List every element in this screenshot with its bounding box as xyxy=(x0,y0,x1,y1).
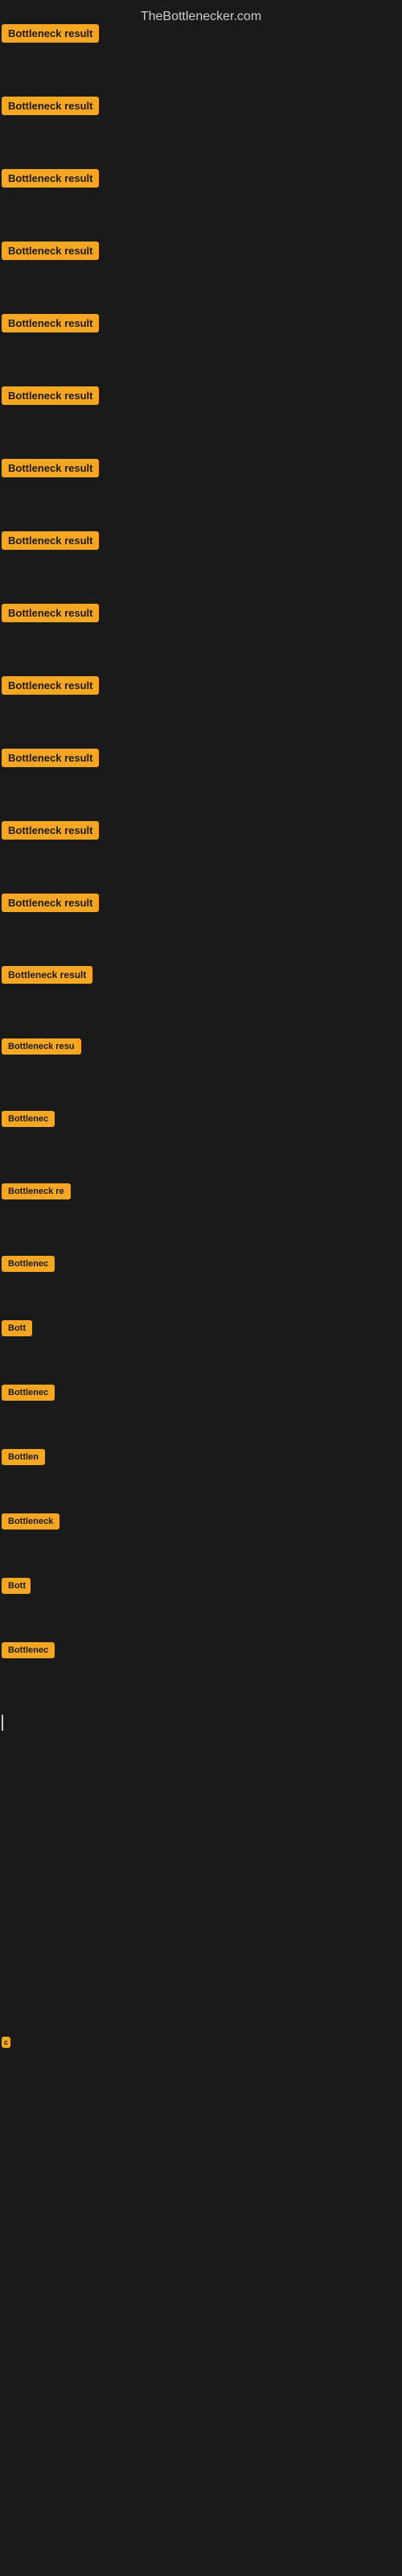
bottom-small-label: c xyxy=(2,2037,10,2052)
bottleneck-badge-5[interactable]: Bottleneck result xyxy=(2,314,99,332)
bottleneck-badge-16[interactable]: Bottlenec xyxy=(2,1111,55,1127)
bottleneck-row-3: Bottleneck result xyxy=(2,169,99,192)
bottleneck-row-10: Bottleneck result xyxy=(2,676,99,699)
bottleneck-badge-20[interactable]: Bottlenec xyxy=(2,1385,55,1401)
bottleneck-row-5: Bottleneck result xyxy=(2,314,99,336)
bottleneck-row-16: Bottlenec xyxy=(2,1111,55,1131)
bottleneck-row-14: Bottleneck result xyxy=(2,966,92,988)
bottleneck-badge-18[interactable]: Bottlenec xyxy=(2,1256,55,1272)
bottleneck-badge-1[interactable]: Bottleneck result xyxy=(2,24,99,43)
bottleneck-badge-10[interactable]: Bottleneck result xyxy=(2,676,99,695)
bottleneck-badge-3[interactable]: Bottleneck result xyxy=(2,169,99,188)
bottleneck-row-20: Bottlenec xyxy=(2,1385,55,1405)
bottleneck-row-12: Bottleneck result xyxy=(2,821,99,844)
bottleneck-badge-8[interactable]: Bottleneck result xyxy=(2,531,99,550)
bottleneck-row-18: Bottlenec xyxy=(2,1256,55,1276)
bottleneck-row-22: Bottleneck xyxy=(2,1513,59,1534)
small-badge[interactable]: c xyxy=(2,2037,10,2048)
bottleneck-row-21: Bottlen xyxy=(2,1449,45,1469)
bottleneck-row-17: Bottleneck re xyxy=(2,1183,71,1203)
bottleneck-badge-7[interactable]: Bottleneck result xyxy=(2,459,99,477)
bottleneck-badge-2[interactable]: Bottleneck result xyxy=(2,97,99,115)
bottleneck-badge-23[interactable]: Bott xyxy=(2,1578,31,1594)
page-wrapper: TheBottlenecker.com Bottleneck result Bo… xyxy=(0,0,402,2576)
bottleneck-row-2: Bottleneck result xyxy=(2,97,99,119)
bottleneck-badge-22[interactable]: Bottleneck xyxy=(2,1513,59,1530)
bottleneck-badge-4[interactable]: Bottleneck result xyxy=(2,242,99,260)
bottleneck-row-6: Bottleneck result xyxy=(2,386,99,409)
cursor-line xyxy=(2,1715,3,1731)
bottleneck-row-8: Bottleneck result xyxy=(2,531,99,554)
bottleneck-badge-21[interactable]: Bottlen xyxy=(2,1449,45,1465)
bottleneck-badge-12[interactable]: Bottleneck result xyxy=(2,821,99,840)
bottleneck-row-24: Bottlenec xyxy=(2,1642,55,1662)
bottleneck-row-15: Bottleneck resu xyxy=(2,1038,81,1059)
bottleneck-row-1: Bottleneck result xyxy=(2,24,99,47)
bottleneck-row-9: Bottleneck result xyxy=(2,604,99,626)
bottleneck-row-23: Bott xyxy=(2,1578,31,1598)
bottleneck-badge-24[interactable]: Bottlenec xyxy=(2,1642,55,1658)
bottleneck-row-19: Bott xyxy=(2,1320,32,1340)
bottleneck-row-4: Bottleneck result xyxy=(2,242,99,264)
bottleneck-row-11: Bottleneck result xyxy=(2,749,99,771)
bottleneck-badge-19[interactable]: Bott xyxy=(2,1320,32,1336)
bottleneck-badge-11[interactable]: Bottleneck result xyxy=(2,749,99,767)
bottleneck-badge-15[interactable]: Bottleneck resu xyxy=(2,1038,81,1055)
bottleneck-badge-17[interactable]: Bottleneck re xyxy=(2,1183,71,1199)
bottleneck-badge-13[interactable]: Bottleneck result xyxy=(2,894,99,912)
bottleneck-badge-14[interactable]: Bottleneck result xyxy=(2,966,92,984)
bottleneck-row-13: Bottleneck result xyxy=(2,894,99,916)
bottleneck-badge-6[interactable]: Bottleneck result xyxy=(2,386,99,405)
bottleneck-row-7: Bottleneck result xyxy=(2,459,99,481)
bottleneck-badge-9[interactable]: Bottleneck result xyxy=(2,604,99,622)
